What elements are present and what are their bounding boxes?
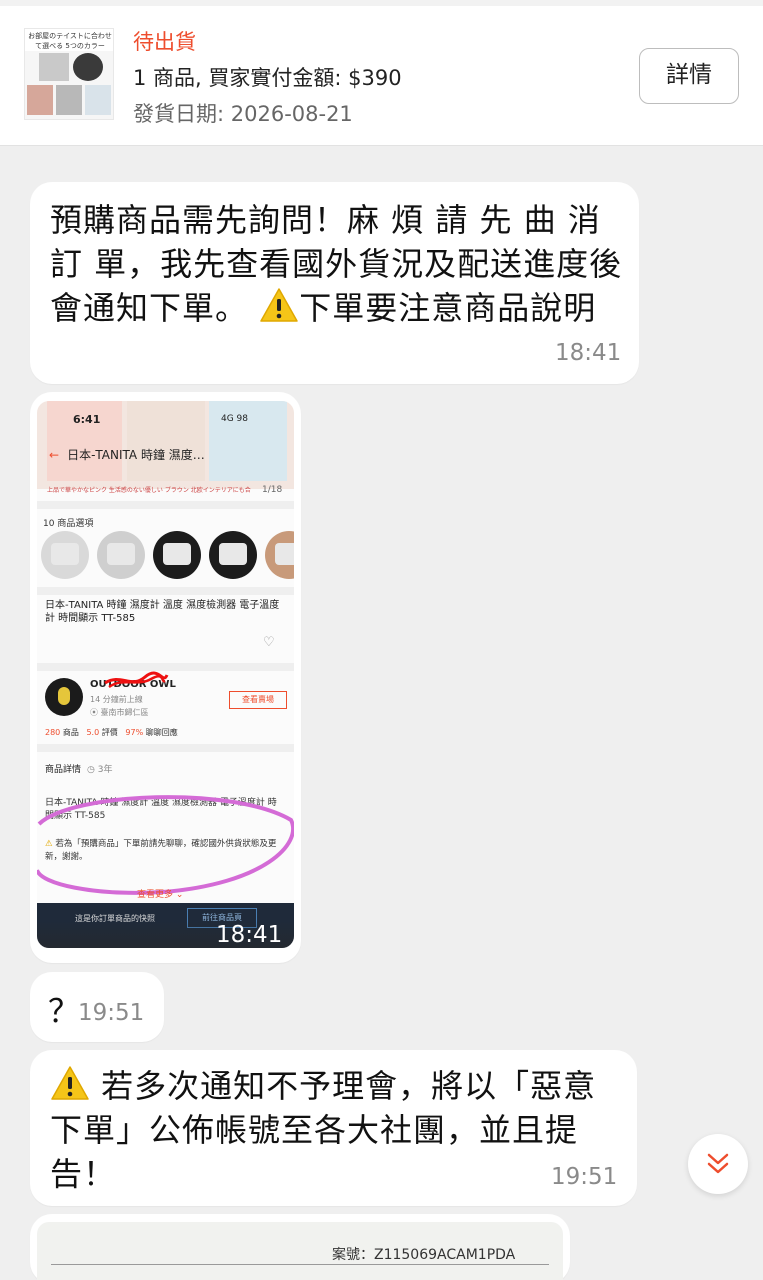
message-warning-text: 下單要注意商品說明 [299, 289, 597, 327]
thumbnail-product-c [27, 85, 53, 115]
stat-rating-label: 評價 [101, 728, 118, 737]
snapshot-options-label: 10 商品選項 [43, 519, 94, 529]
location-pin-icon: ⦿ [90, 708, 98, 717]
message-time: 19:51 [551, 1164, 618, 1190]
message-text-main: 若多次通知不予理會，將以「惡意下單」公佈帳號至各大社團，並且提告！ [50, 1067, 597, 1193]
order-summary: 1 商品, 買家實付金額: $390 [133, 66, 402, 90]
stat-rating: 5.0 [86, 728, 100, 737]
stat-response-label: 聊聊回應 [145, 728, 178, 737]
snapshot-detail-heading-text: 商品詳情 [45, 765, 82, 775]
chat-bubble-preorder-notice[interactable]: 預購商品需先詢問！麻 煩 請 先 曲 消訂 單，我先查看國外貨況及配送進度後會通… [30, 182, 639, 384]
heart-icon: ♡ [263, 635, 275, 650]
message-time: 18:41 [555, 340, 622, 366]
message-time: 19:51 [78, 1000, 145, 1026]
redaction-scribble [104, 671, 169, 689]
order-card[interactable]: お部屋のテイストに合わせて選べる 5つのカラー 待出貨 1 商品, 買家實付金額… [0, 0, 763, 146]
chevron-double-down-icon [707, 1153, 729, 1174]
message-text: ？ [48, 992, 81, 1030]
back-arrow-icon: ← [49, 448, 60, 462]
stat-response: 97% [125, 728, 144, 737]
snapshot-see-more-text: 查看更多 [137, 890, 174, 900]
option-thumb [209, 531, 257, 579]
document-rule [51, 1264, 549, 1265]
scroll-to-bottom-button[interactable] [688, 1134, 748, 1194]
warning-icon [260, 288, 298, 322]
document-image[interactable]: 案號：Z115069ACAM1PDA [37, 1222, 563, 1280]
option-thumb [41, 531, 89, 579]
divider [37, 744, 294, 752]
snapshot-page-indicator: 1/18 [262, 485, 283, 495]
banner-panel-brown [127, 401, 205, 481]
snapshot-detail-age-text: 3年 [97, 765, 113, 775]
order-thumbnail[interactable]: お部屋のテイストに合わせて選べる 5つのカラー [24, 28, 114, 120]
chat-bubble-image-document[interactable]: 案號：Z115069ACAM1PDA [30, 1214, 570, 1280]
snapshot-location-text: 臺南市歸仁區 [100, 708, 149, 717]
snapshot-signal: 4G 98 [221, 414, 249, 424]
chat-bubble-question[interactable]: ？ 19:51 [30, 972, 164, 1042]
stat-products-label: 商品 [62, 728, 79, 737]
thumbnail-product-b [73, 53, 103, 81]
warning-icon [51, 1066, 89, 1100]
snapshot-detail-age: ◷ 3年 [87, 765, 113, 775]
snapshot-title-text: 日本-TANITA 時鐘 濕度… [67, 448, 205, 462]
message-text: 若多次通知不予理會，將以「惡意下單」公佈帳號至各大社團，並且提告！ [50, 1064, 625, 1196]
thumbnail-caption: お部屋のテイストに合わせて選べる 5つのカラー [25, 29, 113, 51]
stat-products: 280 [45, 728, 61, 737]
message-text: 預購商品需先詢問！麻 煩 請 先 曲 消訂 單，我先查看國外貨況及配送進度後會通… [50, 198, 625, 330]
thumbnail-product-e [85, 85, 111, 115]
snapshot-see-more: 查看更多 ⌄ [137, 890, 184, 900]
divider [37, 587, 294, 595]
snapshot-location: ⦿ 臺南市歸仁區 [90, 707, 149, 718]
option-thumb [265, 531, 294, 579]
snapshot-color-captions: 上品で華やかなピンク 生活感のない優しい ブラウン 北欧インテリアにも合 [47, 487, 251, 494]
chat-bubble-image-product-snapshot[interactable]: 6:41 4G 98 ← 日本-TANITA 時鐘 濕度… 上品で華やかなピンク … [30, 392, 301, 963]
order-status: 待出貨 [133, 30, 196, 54]
snapshot-online-status: 14 分鐘前上線 [90, 695, 143, 704]
document-case-number: 案號：Z115069ACAM1PDA [332, 1247, 516, 1263]
snapshot-clock: 6:41 [73, 413, 101, 426]
snapshot-product-name: 日本-TANITA 時鐘 濕度計 溫度 濕度檢測器 電子溫度計 時間顯示 TT-… [45, 600, 280, 624]
shop-avatar [45, 678, 83, 716]
product-snapshot-image[interactable]: 6:41 4G 98 ← 日本-TANITA 時鐘 濕度… 上品で華やかなピンク … [37, 401, 294, 948]
message-time: 18:41 [216, 922, 283, 948]
chat-bubble-warning[interactable]: 若多次通知不予理會，將以「惡意下單」公佈帳號至各大社團，並且提告！ 19:51 [30, 1050, 637, 1206]
snapshot-title: ← 日本-TANITA 時鐘 濕度… [49, 446, 205, 463]
option-thumb [153, 531, 201, 579]
option-thumb [97, 531, 145, 579]
divider [37, 501, 294, 509]
banner-panel-blue [209, 401, 287, 481]
snapshot-detail-heading: 商品詳情 ◷ 3年 [45, 762, 112, 775]
order-details-button[interactable]: 詳情 [639, 48, 739, 104]
order-ship-date: 發貨日期: 2026-08-21 [133, 102, 353, 126]
thumbnail-product-a [39, 53, 69, 81]
snapshot-visit-shop-button: 查看賣場 [229, 691, 287, 709]
snapshot-shop-stats: 280 商品 5.0 評價 97% 聊聊回應 [45, 727, 178, 738]
thumbnail-product-d [56, 85, 82, 115]
highlight-annotation [37, 795, 294, 895]
